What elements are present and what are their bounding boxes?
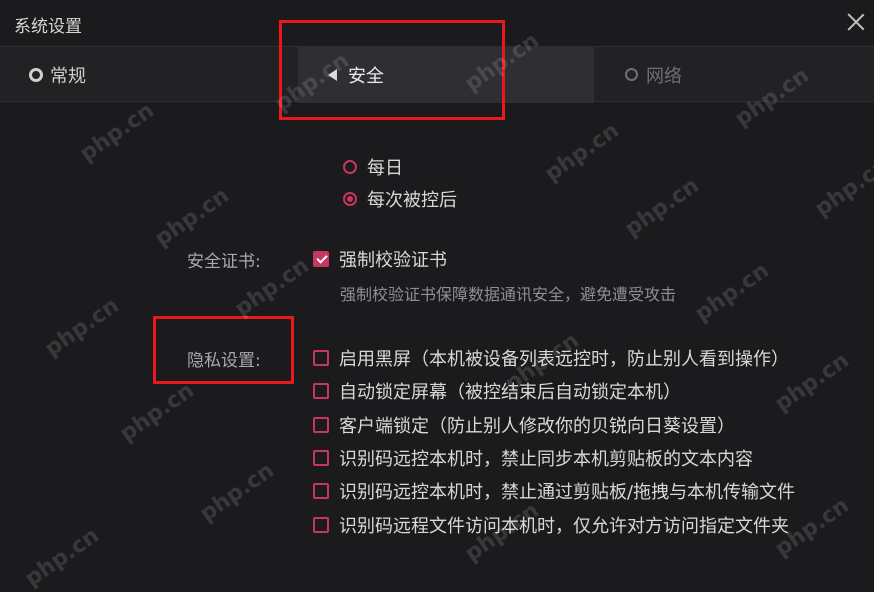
tab-network-label: 网络 [646,66,682,87]
privacy-option-label: 启用黑屏（本机被设备列表远控时，防止别人看到操作） [339,349,789,370]
watermark: php.cn [810,153,874,222]
watermark: php.cn [540,118,624,187]
privacy-option-label: 客户端锁定（防止别人修改你的贝锐向日葵设置） [339,416,735,437]
watermark: php.cn [20,523,104,592]
force-verify-certificate-label: 强制校验证书 [339,250,447,271]
gear-icon [28,67,44,83]
checkbox[interactable] [313,517,329,533]
privacy-option-label: 自动锁定屏幕（被控结束后自动锁定本机） [339,382,681,403]
force-verify-certificate[interactable]: 强制校验证书 [313,246,447,272]
radio-every-session[interactable]: 每次被控后 [343,186,457,212]
highlight-box-security-tab [279,20,505,120]
watermark: php.cn [40,293,124,362]
privacy-option-label: 识别码远程文件访问本机时，仅允许对方访问指定文件夹 [339,516,789,537]
privacy-option-no-file-transfer[interactable]: 识别码远控本机时，禁止通过剪贴板/拖拽与本机传输文件 [313,478,795,504]
privacy-option-no-clipboard-text[interactable]: 识别码远控本机时，禁止同步本机剪贴板的文本内容 [313,445,753,471]
privacy-option-label: 识别码远控本机时，禁止同步本机剪贴板的文本内容 [339,449,753,470]
radio-button[interactable] [343,192,357,206]
checkbox[interactable] [313,350,329,366]
privacy-option-label: 识别码远控本机时，禁止通过剪贴板/拖拽与本机传输文件 [339,482,796,503]
close-icon[interactable] [844,10,868,34]
certificate-label: 安全证书: [187,252,261,272]
tab-general-label: 常规 [50,66,86,87]
watermark: php.cn [620,173,704,242]
watermark: php.cn [690,258,774,327]
checkbox[interactable] [313,417,329,433]
settings-window: 系统设置 常规 安全 网络 每日 每次被控后 安全证书: 强制校验证书 强制校验… [0,0,874,592]
window-title: 系统设置 [14,17,82,37]
watermark: php.cn [115,378,199,447]
certificate-description: 强制校验证书保障数据通讯安全，避免遭受攻击 [340,285,677,304]
checkbox[interactable] [313,450,329,466]
radio-every-session-label: 每次被控后 [367,190,457,211]
radio-daily-label: 每日 [367,158,403,179]
privacy-option-black-screen[interactable]: 启用黑屏（本机被设备列表远控时，防止别人看到操作） [313,345,789,371]
watermark: php.cn [195,458,279,527]
radio-daily[interactable]: 每日 [343,154,403,180]
globe-icon [624,67,640,83]
watermark: php.cn [75,98,159,167]
radio-button[interactable] [343,160,357,174]
watermark: php.cn [150,183,234,252]
checkbox[interactable] [313,483,329,499]
privacy-option-restrict-folder[interactable]: 识别码远程文件访问本机时，仅允许对方访问指定文件夹 [313,512,789,538]
privacy-option-auto-lock[interactable]: 自动锁定屏幕（被控结束后自动锁定本机） [313,378,681,404]
checkbox[interactable] [313,251,329,267]
tab-network[interactable]: 网络 [624,47,874,103]
highlight-box-privacy [153,316,294,384]
privacy-option-client-lock[interactable]: 客户端锁定（防止别人修改你的贝锐向日葵设置） [313,412,735,438]
checkbox[interactable] [313,383,329,399]
tab-general[interactable]: 常规 [28,47,268,103]
